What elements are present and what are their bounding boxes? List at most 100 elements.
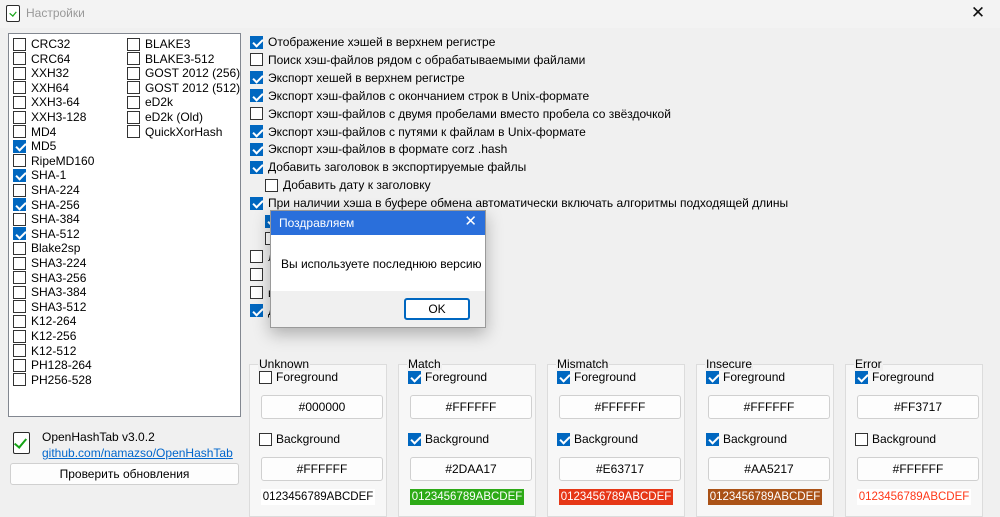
algorithm-item[interactable]: PH256-528 (13, 373, 92, 387)
option-checkbox[interactable] (250, 71, 263, 85)
algorithm-checkbox[interactable] (127, 95, 140, 109)
algorithm-checkbox[interactable] (13, 154, 26, 168)
foreground-toggle[interactable]: Foreground (259, 370, 338, 384)
option-item[interactable]: Отображение хэшей в верхнем регистре (250, 35, 495, 49)
repo-link[interactable]: github.com/namazso/OpenHashTab (42, 446, 233, 460)
algorithm-checkbox[interactable] (13, 373, 26, 387)
algorithm-item[interactable]: SHA-256 (13, 198, 80, 212)
background-toggle[interactable]: Background (855, 432, 936, 446)
option-item[interactable]: Экспорт хэш-файлов с двумя пробелами вме… (250, 107, 671, 121)
option-item[interactable]: Поиск хэш-файлов рядом с обрабатываемыми… (250, 53, 585, 67)
option-item[interactable]: Экспорт хэш-файлов с окончанием строк в … (250, 89, 589, 103)
option-checkbox[interactable] (250, 250, 263, 264)
option-item[interactable]: Добавить заголовок в экспортируемые файл… (250, 160, 526, 174)
algorithm-checkbox[interactable] (13, 52, 26, 66)
algorithm-item[interactable]: QuickXorHash (127, 125, 222, 139)
algorithm-checkbox[interactable] (127, 81, 140, 95)
algorithm-checkbox[interactable] (13, 358, 26, 372)
background-toggle[interactable]: Background (557, 432, 638, 446)
background-color-button[interactable]: #FFFFFF (261, 457, 383, 481)
foreground-checkbox[interactable] (706, 370, 719, 384)
foreground-color-button[interactable]: #FF3717 (857, 395, 979, 419)
background-color-button[interactable]: #E63717 (559, 457, 681, 481)
algorithm-checkbox[interactable] (13, 110, 26, 124)
dialog-close-icon[interactable]: ✕ (464, 214, 477, 230)
background-color-button[interactable]: #2DAA17 (410, 457, 532, 481)
background-checkbox[interactable] (259, 432, 272, 446)
background-checkbox[interactable] (557, 432, 570, 446)
algorithm-item[interactable]: XXH3-128 (13, 110, 86, 124)
algorithm-checkbox[interactable] (13, 344, 26, 358)
option-checkbox[interactable] (250, 267, 263, 281)
foreground-toggle[interactable]: Foreground (706, 370, 785, 384)
algorithm-item[interactable]: eD2k (Old) (127, 110, 203, 124)
algorithm-item[interactable]: CRC32 (13, 37, 70, 51)
foreground-color-button[interactable]: #FFFFFF (708, 395, 830, 419)
option-item[interactable]: При наличии хэша в буфере обмена автомат… (250, 196, 788, 210)
foreground-toggle[interactable]: Foreground (557, 370, 636, 384)
algorithm-item[interactable]: SHA3-512 (13, 300, 86, 314)
background-checkbox[interactable] (408, 432, 421, 446)
algorithm-item[interactable]: MD4 (13, 125, 56, 139)
algorithm-item[interactable]: SHA-384 (13, 212, 80, 226)
algorithm-checkbox[interactable] (127, 66, 140, 80)
option-item[interactable] (250, 267, 268, 281)
background-toggle[interactable]: Background (408, 432, 489, 446)
algorithm-item[interactable]: SHA-512 (13, 227, 80, 241)
algorithm-checkbox[interactable] (13, 314, 26, 328)
option-checkbox[interactable] (250, 89, 263, 103)
algorithm-checkbox[interactable] (13, 37, 26, 51)
foreground-toggle[interactable]: Foreground (408, 370, 487, 384)
algorithm-item[interactable]: CRC64 (13, 52, 70, 66)
background-color-button[interactable]: #FFFFFF (857, 457, 979, 481)
foreground-checkbox[interactable] (855, 370, 868, 384)
algorithm-checkbox[interactable] (13, 66, 26, 80)
algorithm-checkbox[interactable] (13, 329, 26, 343)
algorithm-checkbox[interactable] (13, 125, 26, 139)
option-checkbox[interactable] (250, 35, 263, 49)
background-toggle[interactable]: Background (706, 432, 787, 446)
foreground-checkbox[interactable] (557, 370, 570, 384)
background-checkbox[interactable] (855, 432, 868, 446)
algorithm-item[interactable]: SHA-224 (13, 183, 80, 197)
algorithm-checkbox[interactable] (13, 241, 26, 255)
option-item[interactable]: Экспорт хешей в верхнем регистре (250, 71, 465, 85)
algorithm-checkbox[interactable] (13, 183, 26, 197)
option-item[interactable]: Экспорт хэш-файлов в формате corz .hash (250, 142, 507, 156)
algorithm-item[interactable]: BLAKE3 (127, 37, 190, 51)
option-checkbox[interactable] (250, 142, 263, 156)
algorithm-checkbox[interactable] (13, 285, 26, 299)
algorithm-item[interactable]: MD5 (13, 139, 56, 153)
algorithm-list[interactable]: CRC32 CRC64 XXH32 XXH64 XXH3-64 XXH3-128 MD4 MD… (8, 33, 241, 417)
algorithm-item[interactable]: K12-264 (13, 314, 76, 328)
algorithm-item[interactable]: PH128-264 (13, 358, 92, 372)
algorithm-item[interactable]: SHA3-384 (13, 285, 86, 299)
background-toggle[interactable]: Background (259, 432, 340, 446)
close-icon[interactable]: ✕ (968, 3, 988, 23)
foreground-checkbox[interactable] (408, 370, 421, 384)
algorithm-checkbox[interactable] (13, 81, 26, 95)
option-checkbox[interactable] (265, 178, 278, 192)
ok-button[interactable]: OK (404, 298, 470, 320)
foreground-toggle[interactable]: Foreground (855, 370, 934, 384)
algorithm-checkbox[interactable] (127, 37, 140, 51)
option-checkbox[interactable] (250, 160, 263, 174)
algorithm-item[interactable]: BLAKE3-512 (127, 52, 214, 66)
option-item[interactable]: Добавить дату к заголовку (265, 178, 431, 192)
algorithm-item[interactable]: RipeMD160 (13, 154, 94, 168)
algorithm-checkbox[interactable] (13, 212, 26, 226)
option-checkbox[interactable] (250, 107, 263, 121)
algorithm-checkbox[interactable] (127, 110, 140, 124)
option-checkbox[interactable] (250, 286, 263, 300)
algorithm-item[interactable]: GOST 2012 (256) (127, 66, 240, 80)
option-item[interactable]: Экспорт хэш-файлов с путями к файлам в U… (250, 125, 586, 139)
algorithm-item[interactable]: K12-512 (13, 344, 76, 358)
foreground-color-button[interactable]: #000000 (261, 395, 383, 419)
algorithm-item[interactable]: GOST 2012 (512) (127, 81, 240, 95)
foreground-color-button[interactable]: #FFFFFF (410, 395, 532, 419)
algorithm-checkbox[interactable] (13, 198, 26, 212)
algorithm-checkbox[interactable] (127, 52, 140, 66)
algorithm-item[interactable]: XXH3-64 (13, 95, 80, 109)
option-checkbox[interactable] (250, 53, 263, 67)
algorithm-item[interactable]: eD2k (127, 95, 173, 109)
